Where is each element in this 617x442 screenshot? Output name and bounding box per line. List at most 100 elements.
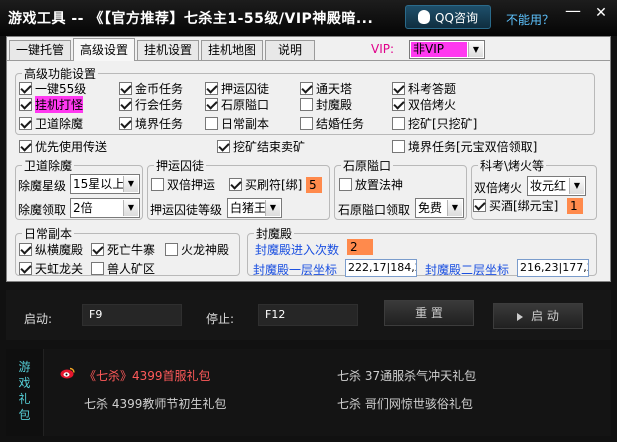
daily-checkbox-2[interactable]: 火龙神殿 bbox=[165, 242, 229, 257]
checkbox-box[interactable] bbox=[300, 98, 313, 111]
start-hotkey-input[interactable]: F9 bbox=[82, 304, 182, 326]
checkbox-box[interactable] bbox=[19, 82, 32, 95]
checkbox-box[interactable] bbox=[339, 178, 352, 191]
advanced-checkbox-1[interactable]: 金币任务 bbox=[119, 81, 183, 96]
checkbox-box[interactable] bbox=[392, 82, 405, 95]
checkbox-box[interactable] bbox=[205, 117, 218, 130]
checkbox-box[interactable] bbox=[473, 199, 486, 212]
tab-advanced[interactable]: 高级设置 bbox=[73, 38, 135, 61]
advanced-checkbox-0[interactable]: 一键55级 bbox=[19, 81, 86, 96]
advanced-checkbox-7[interactable]: 石原隘口 bbox=[205, 97, 269, 112]
checkbox-box[interactable] bbox=[205, 82, 218, 95]
gift-link-4399-first[interactable]: 《七杀》4399首服礼包 bbox=[84, 367, 211, 384]
checkbox-box[interactable] bbox=[205, 98, 218, 111]
double-escort-checkbox[interactable]: 双倍押运 bbox=[151, 177, 215, 192]
gift-link-gemen[interactable]: 七杀 哥们网惊世骇俗礼包 bbox=[337, 395, 473, 412]
escort-level-select[interactable]: 白猪王 ▼ bbox=[227, 198, 282, 218]
place-mage-checkbox[interactable]: 放置法神 bbox=[339, 177, 403, 192]
fengmo-floor1-input[interactable]: 222,17|184,25 bbox=[345, 259, 417, 277]
shiyuan-claim-select[interactable]: 免费 ▼ bbox=[415, 198, 464, 218]
advanced-checkbox-4[interactable]: 科考答题 bbox=[392, 81, 456, 96]
tab-one-key[interactable]: 一键托管 bbox=[9, 40, 71, 60]
advanced-checkbox-12[interactable]: 日常副本 bbox=[205, 116, 269, 131]
qq-consult-button[interactable]: QQ咨询 bbox=[405, 5, 491, 29]
checkbox-box[interactable] bbox=[217, 140, 230, 153]
daily-checkbox-3[interactable]: 天虹龙关 bbox=[19, 261, 83, 276]
checkbox-box[interactable] bbox=[165, 243, 178, 256]
advanced-checkbox-5[interactable]: 挂机打怪 bbox=[19, 96, 84, 113]
window-title: 游戏工具 -- 《【官方推荐】七杀主1-55级/VIP神殿暗... bbox=[8, 11, 374, 27]
option-checkbox-0[interactable]: 优先使用传送 bbox=[19, 139, 107, 154]
checkbox-box[interactable] bbox=[300, 82, 313, 95]
weibo-icon bbox=[60, 367, 75, 379]
vip-select[interactable]: 非VIP ▼ bbox=[409, 40, 485, 59]
checkbox-box[interactable] bbox=[91, 243, 104, 256]
talisman-count-field[interactable]: 5 bbox=[306, 177, 322, 193]
checkbox-box[interactable] bbox=[19, 243, 32, 256]
checkbox-box[interactable] bbox=[19, 262, 32, 275]
fengmo-legend: 封魔殿 bbox=[256, 227, 293, 241]
reset-button[interactable]: 重 置 bbox=[384, 300, 474, 326]
buy-wine-checkbox[interactable]: 买酒[绑元宝] bbox=[473, 198, 558, 213]
checkbox-box[interactable] bbox=[119, 82, 132, 95]
checkbox-box[interactable] bbox=[91, 262, 104, 275]
fengmo-entries-field[interactable]: 2 bbox=[347, 239, 373, 255]
checkbox-box[interactable] bbox=[119, 117, 132, 130]
qq-consult-label: QQ咨询 bbox=[435, 10, 478, 25]
stop-hotkey-input[interactable]: F12 bbox=[258, 304, 358, 326]
start-hotkey-label: 启动: bbox=[24, 312, 53, 326]
daily-checkbox-1[interactable]: 死亡牛寨 bbox=[91, 242, 155, 257]
daily-checkbox-0-label: 纵横魔殿 bbox=[35, 243, 84, 257]
advanced-checkbox-9[interactable]: 双倍烤火 bbox=[392, 97, 456, 112]
gift-side-char: 游 bbox=[18, 360, 31, 374]
demon-claim-select[interactable]: 2倍 ▼ bbox=[70, 198, 140, 218]
double-fire-value: 妆元红 bbox=[530, 179, 567, 193]
start-button[interactable]: 启 动 bbox=[493, 303, 583, 329]
demon-star-select[interactable]: 15星以上 ▼ bbox=[70, 174, 140, 194]
checkbox-box[interactable] bbox=[392, 117, 405, 130]
tab-help[interactable]: 说明 bbox=[265, 40, 315, 60]
daily-checkbox-0[interactable]: 纵横魔殿 bbox=[19, 242, 83, 257]
checkbox-box[interactable] bbox=[151, 178, 164, 191]
checkbox-box[interactable] bbox=[229, 178, 242, 191]
advanced-checkbox-13[interactable]: 结婚任务 bbox=[300, 116, 364, 131]
advanced-checkbox-8[interactable]: 封魔殿 bbox=[300, 97, 352, 112]
advanced-checkbox-11[interactable]: 境界任务 bbox=[119, 116, 183, 131]
escort-legend: 押运囚徒 bbox=[156, 159, 205, 173]
checkbox-box[interactable] bbox=[392, 98, 405, 111]
checkbox-box[interactable] bbox=[19, 140, 32, 153]
advanced-checkbox-3[interactable]: 通天塔 bbox=[300, 81, 352, 96]
checkbox-box[interactable] bbox=[300, 117, 313, 130]
advanced-checkbox-10[interactable]: 卫道除魔 bbox=[19, 116, 83, 131]
minimize-button[interactable]: — bbox=[562, 3, 584, 24]
buy-talisman-checkbox[interactable]: 买刷符[绑] bbox=[229, 177, 302, 192]
option-checkbox-2-label: 境界任务[元宝双倍领取] bbox=[408, 140, 538, 154]
close-button[interactable]: ✕ bbox=[590, 4, 612, 24]
cant-use-link[interactable]: 不能用？ bbox=[506, 11, 554, 28]
chevron-down-icon[interactable]: ▼ bbox=[447, 200, 462, 216]
checkbox-box[interactable] bbox=[19, 117, 32, 130]
chevron-down-icon[interactable]: ▼ bbox=[123, 176, 138, 192]
checkbox-box[interactable] bbox=[19, 98, 32, 111]
fengmo-floor2-input[interactable]: 216,23|177,26 bbox=[517, 259, 589, 277]
option-checkbox-2[interactable]: 境界任务[元宝双倍领取] bbox=[392, 139, 537, 154]
checkbox-box[interactable] bbox=[392, 140, 405, 153]
chevron-down-icon[interactable]: ▼ bbox=[123, 200, 138, 216]
checkbox-box[interactable] bbox=[119, 98, 132, 111]
advanced-checkbox-6[interactable]: 行会任务 bbox=[119, 97, 183, 112]
tab-idle-map[interactable]: 挂机地图 bbox=[201, 40, 263, 60]
advanced-checkbox-2[interactable]: 押运囚徒 bbox=[205, 81, 269, 96]
advanced-checkbox-14[interactable]: 挖矿[只挖矿] bbox=[392, 116, 477, 131]
tab-idle-settings[interactable]: 挂机设置 bbox=[137, 40, 199, 60]
daily-checkbox-4[interactable]: 兽人矿区 bbox=[91, 261, 155, 276]
wine-count-field[interactable]: 1 bbox=[567, 198, 583, 214]
stop-hotkey-label: 停止: bbox=[206, 312, 235, 326]
gift-link-37[interactable]: 七杀 37通服杀气冲天礼包 bbox=[337, 367, 476, 384]
fengmo-floor2-label: 封魔殿二层坐标 bbox=[425, 263, 510, 277]
option-checkbox-1[interactable]: 挖矿结束卖矿 bbox=[217, 139, 305, 154]
chevron-down-icon[interactable]: ▼ bbox=[569, 178, 584, 194]
chevron-down-icon[interactable]: ▼ bbox=[468, 42, 483, 57]
chevron-down-icon[interactable]: ▼ bbox=[265, 200, 280, 216]
double-fire-select[interactable]: 妆元红 ▼ bbox=[527, 176, 586, 196]
gift-link-4399-teacher[interactable]: 七杀 4399教师节初生礼包 bbox=[84, 395, 226, 412]
